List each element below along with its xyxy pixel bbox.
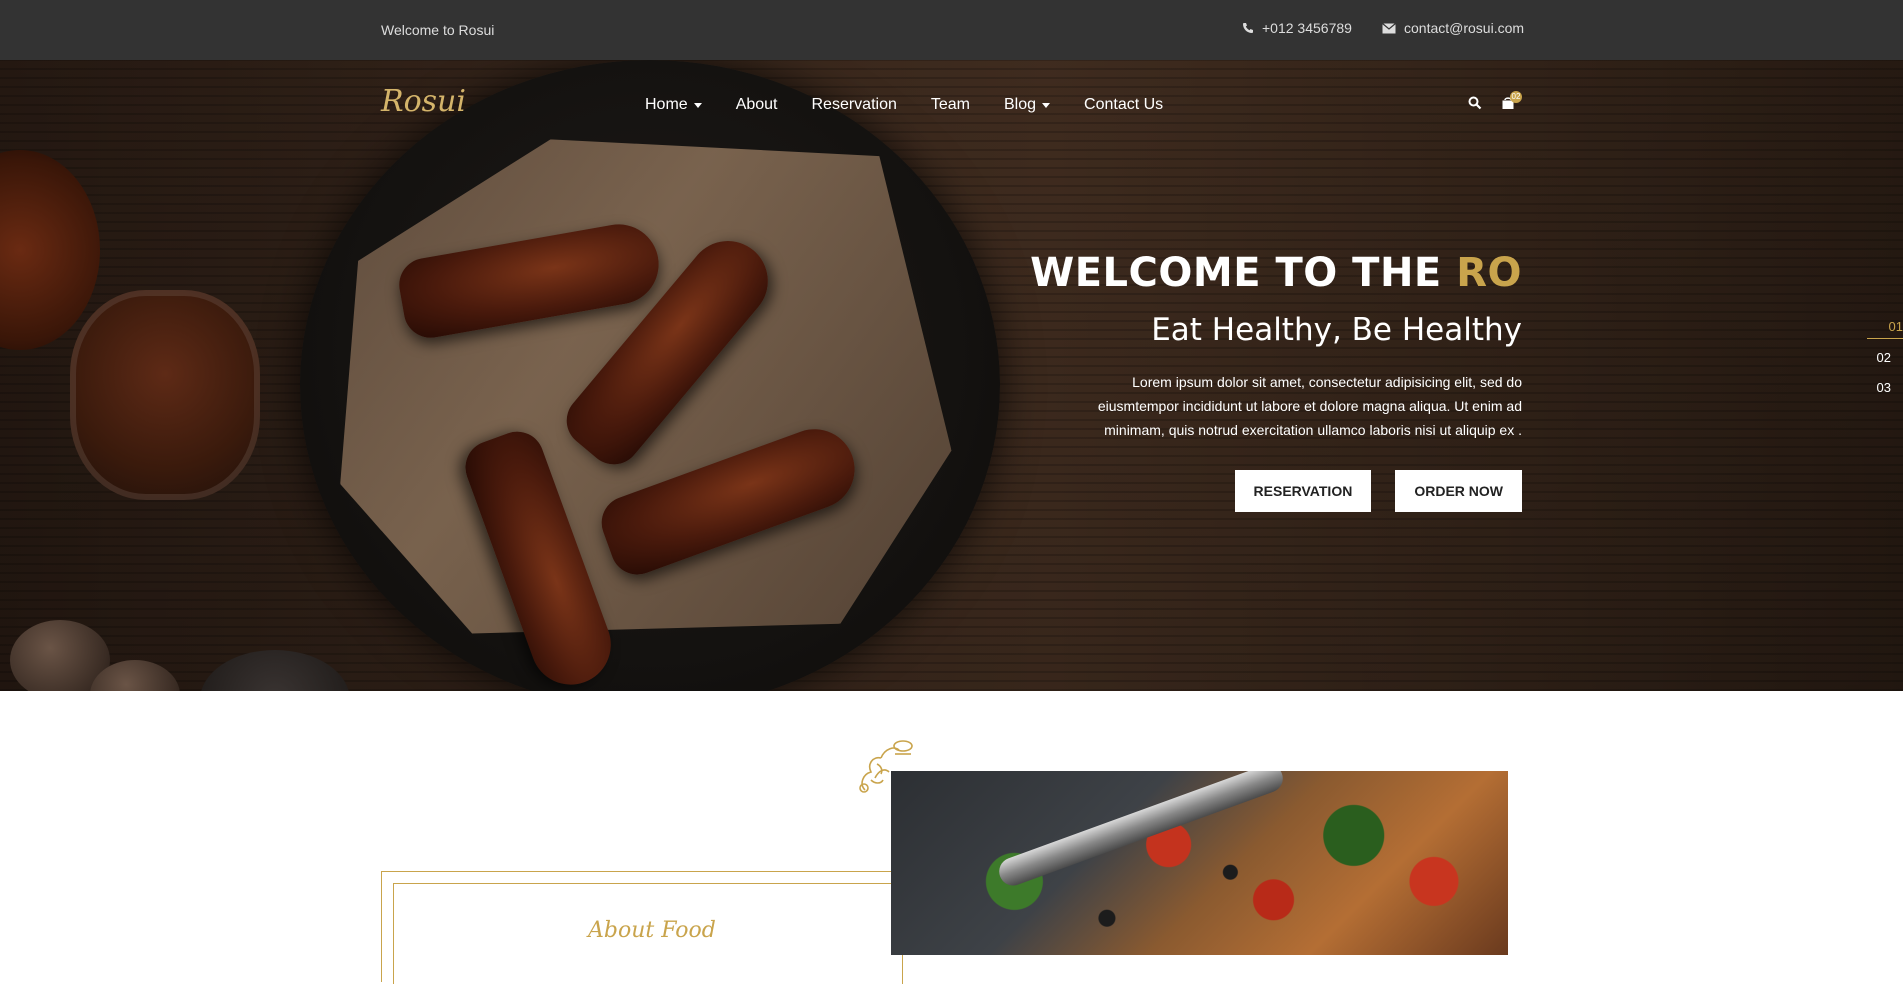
nav-item-label: Team xyxy=(930,96,970,113)
order-now-button[interactable]: ORDER NOW xyxy=(1395,470,1522,512)
hero-buttons: RESERVATION ORDER NOW xyxy=(1030,470,1522,512)
envelope-icon xyxy=(1382,22,1396,33)
pepper-shaker-image xyxy=(200,650,350,691)
nav-item-blog[interactable]: Blog xyxy=(1004,96,1051,114)
slide-dot-3[interactable]: 03 xyxy=(1863,379,1903,409)
pizza-cutter-image xyxy=(995,771,1287,890)
main-menu: Home About Reservation Team Blog Contact… xyxy=(645,96,1163,114)
nav-item-label: Reservation xyxy=(811,96,897,113)
spice-jar-image xyxy=(70,290,260,500)
nav-item-about[interactable]: About xyxy=(736,96,778,114)
reservation-button[interactable]: RESERVATION xyxy=(1234,470,1372,512)
nav-item-label: Contact Us xyxy=(1084,96,1164,113)
nav-item-label: About xyxy=(735,96,778,113)
hero-title-accent: RO xyxy=(1456,250,1522,296)
nav-item-home[interactable]: Home xyxy=(645,96,702,114)
caret-down-icon xyxy=(1042,102,1051,108)
phone-number: +012 3456789 xyxy=(1262,20,1352,36)
site-logo[interactable]: Rosui xyxy=(381,84,466,119)
caret-down-icon xyxy=(693,102,702,108)
hero-content: WELCOME TO THE RO Eat Healthy, Be Health… xyxy=(1030,250,1522,512)
hero-description: Lorem ipsum dolor sit amet, consectetur … xyxy=(1097,374,1522,438)
pizza-image xyxy=(891,771,1508,955)
welcome-text: Welcome to Rosui xyxy=(381,22,495,38)
hero-banner xyxy=(0,60,1903,691)
hero-title: WELCOME TO THE RO xyxy=(1030,250,1522,296)
phone-icon xyxy=(1243,23,1253,33)
search-button[interactable] xyxy=(1468,96,1482,115)
nav-item-label: Home xyxy=(645,96,688,113)
search-icon xyxy=(1468,96,1482,110)
nav-item-reservation[interactable]: Reservation xyxy=(812,96,897,114)
email-address: contact@rosui.com xyxy=(1404,20,1525,36)
hero-subtitle: Eat Healthy, Be Healthy xyxy=(1151,312,1522,348)
slide-dot-2[interactable]: 02 xyxy=(1863,349,1903,379)
slide-dot-1[interactable]: 01 xyxy=(1867,318,1903,339)
sauce-bowl-image xyxy=(0,150,100,350)
nav-item-contact[interactable]: Contact Us xyxy=(1084,96,1163,114)
nav-item-label: Blog xyxy=(1004,96,1037,113)
hero-title-main: WELCOME TO THE xyxy=(1030,250,1457,296)
top-bar: Welcome to Rosui +012 3456789 contact@ro… xyxy=(0,0,1903,60)
slider-pagination: 01 02 03 xyxy=(1863,318,1903,409)
email-link[interactable]: contact@rosui.com xyxy=(1382,20,1524,36)
phone-link[interactable]: +012 3456789 xyxy=(1242,20,1352,36)
about-title: About Food xyxy=(588,918,716,943)
cart-count-badge: 02 xyxy=(1510,91,1522,103)
nav-item-team[interactable]: Team xyxy=(931,96,970,114)
